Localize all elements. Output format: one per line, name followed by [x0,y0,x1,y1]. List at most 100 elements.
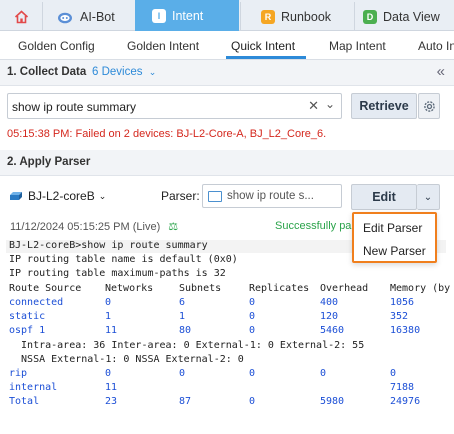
table-header-row: Route Source Networks Subnets Replicates… [9,283,452,296]
table-cell: 5460 [320,325,345,336]
table-cell: 0 [105,368,112,379]
subtab-quick-intent[interactable]: Quick Intent [231,39,295,53]
retrieve-button[interactable]: Retrieve [351,93,417,119]
home-icon [14,9,28,23]
table-row: internal 11 7188 [9,382,452,395]
table-header: Overhead [320,283,369,294]
cli-command: show ip route summary [81,240,208,251]
table-header: Route Source [9,283,82,294]
table-row: ospf 1 11 80 0 5460 16380 [9,325,452,338]
parser-select[interactable]: show ip route s... [202,184,342,208]
cli-output: BJ-L2-coreB>show ip route summary IP rou… [6,240,452,434]
table-cell: 0 [179,368,186,379]
settings-button[interactable] [418,93,440,119]
table-cell: 11 [105,325,118,336]
route-source: ospf 1 [9,325,46,336]
parser-icon [208,191,222,202]
top-tab-bar: AI-Bot I Intent R Runbook D Data View [0,0,454,31]
table-cell: 0 [390,368,397,379]
output-line: IP routing table name is default (0x0) [9,254,238,265]
tab-data-view[interactable]: D Data View [354,2,454,31]
chevron-down-icon[interactable]: ⌄ [325,97,335,111]
subtab-golden-config[interactable]: Golden Config [18,39,95,53]
table-cell: 0 [249,325,256,336]
chevron-down-icon: ⌄ [98,190,107,201]
table-cell: 1056 [390,297,415,308]
table-row: static 1 1 0 120 352 [9,311,452,324]
table-cell: 5980 [320,396,345,407]
table-cell: 6 [179,297,186,308]
table-cell: 0 [320,368,327,379]
subtab-auto-intent[interactable]: Auto In [418,39,454,53]
tab-ai-bot-label: AI-Bot [80,9,115,24]
table-cell: 0 [249,311,256,322]
tab-ai-bot[interactable]: AI-Bot [42,2,135,31]
menu-item-edit-parser[interactable]: Edit Parser [363,221,422,235]
device-parser-row: BJ-L2-coreB ⌄ Parser: show ip route s...… [0,180,454,214]
error-message: 05:15:38 PM: Failed on 2 devices: BJ-L2-… [7,128,327,140]
table-cell: 400 [320,297,339,308]
parser-select-value: show ip route s... [227,190,314,202]
tab-runbook-label: Runbook [281,9,332,24]
table-row: rip 0 0 0 0 0 [9,368,452,381]
command-input[interactable]: show ip route summary ✕ ⌄ [7,93,342,119]
command-line: BJ-L2-coreB>show ip route summary [9,240,208,251]
tab-home[interactable] [0,2,42,31]
table-row: connected 0 6 0 400 1056 [9,297,452,310]
table-header: Replicates [249,283,310,294]
collect-data-title: 1. Collect Data [7,66,87,78]
scale-icon: ⚖ [168,221,179,233]
edit-dropdown-button[interactable]: ⌄ [417,184,440,210]
table-cell: 0 [249,396,256,407]
chevron-down-icon: ⌄ [148,67,157,77]
route-source: connected [9,297,64,308]
subtab-map-intent[interactable]: Map Intent [329,39,386,53]
table-header: Networks [105,283,154,294]
table-cell: 1 [179,311,186,322]
tab-runbook[interactable]: R Runbook [240,2,354,31]
collapse-panel-icon[interactable]: « [437,63,445,80]
table-cell: 120 [320,311,339,322]
cli-prompt: BJ-L2-coreB> [9,240,82,251]
parser-label: Parser: [161,189,200,203]
table-cell: 80 [179,325,192,336]
table-cell: 11 [105,382,118,393]
table-cell: 7188 [390,382,415,393]
command-input-value: show ip route summary [12,100,137,114]
tab-intent-label: Intent [172,8,204,23]
route-source: internal [9,382,58,393]
table-cell: 24976 [390,396,421,407]
table-row: Total 23 87 0 5980 24976 [9,396,452,409]
chevron-down-icon: ⌄ [423,191,433,203]
success-message: Successfully pa [275,220,352,232]
table-header: Memory (by [390,283,451,294]
device-selector[interactable]: BJ-L2-coreB ⌄ [9,189,106,203]
edit-dropdown-menu: Edit Parser New Parser [352,212,437,263]
clear-icon[interactable]: ✕ [308,98,319,114]
devices-link[interactable]: 6 Devices ⌄ [92,66,156,78]
route-source: rip [9,368,28,379]
edit-button[interactable]: Edit [351,184,417,210]
intent-icon: I [152,8,166,23]
timestamp-row: 11/12/2024 05:15:25 PM (Live) ⚖ [10,220,178,233]
table-cell: 87 [179,396,192,407]
route-source: static [9,311,46,322]
tab-data-view-label: Data View [383,9,440,24]
tab-intent[interactable]: I Intent [135,0,239,31]
table-cell: 0 [105,297,112,308]
device-name: BJ-L2-coreB [28,189,95,203]
runbook-icon: R [261,9,275,24]
route-source: Total [9,396,40,407]
robot-icon [58,12,72,23]
gear-icon [423,100,435,112]
table-cell: 16380 [390,325,421,336]
apply-parser-title: 2. Apply Parser [7,156,91,168]
menu-item-new-parser[interactable]: New Parser [363,244,426,258]
subtab-golden-intent[interactable]: Golden Intent [127,39,199,53]
apply-parser-header: 2. Apply Parser [0,150,454,176]
table-cell: 0 [249,297,256,308]
table-header: Subnets [179,283,222,294]
output-line: IP routing table maximum-paths is 32 [9,268,226,279]
table-cell: 23 [105,396,118,407]
active-subtab-indicator [226,56,306,59]
